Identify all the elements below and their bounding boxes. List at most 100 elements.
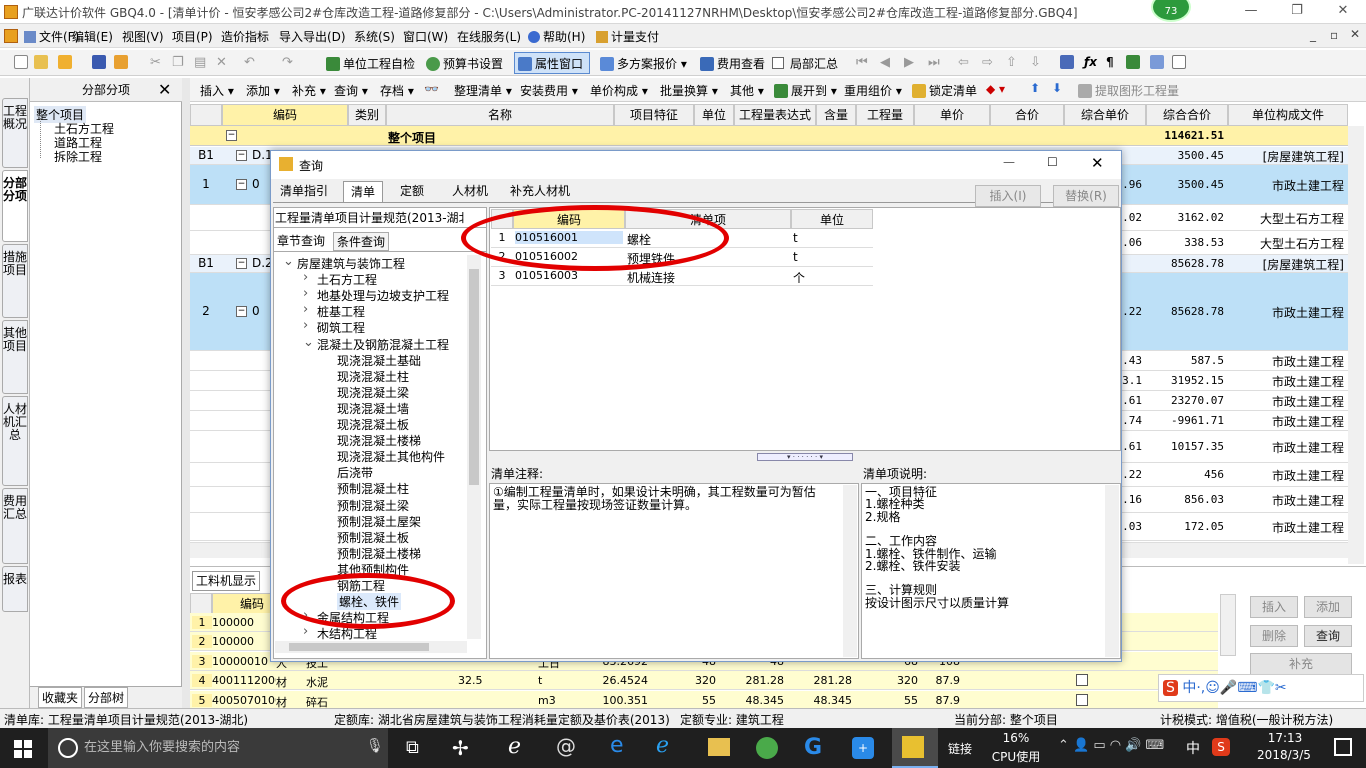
chapter-tree-item[interactable]: 现浇混凝土柱 (337, 368, 409, 385)
menu-project[interactable]: 项目(P) (172, 28, 213, 45)
tab-division-items[interactable]: 分部分项 (2, 170, 28, 242)
tree-item-demolition[interactable]: 拆除工程 (54, 148, 102, 165)
tab-labor-material[interactable]: 工料机显示 (192, 571, 260, 591)
reuse-price-menu[interactable]: 重用组价 ▾ (844, 82, 902, 99)
detail-vscroll[interactable] (1220, 594, 1236, 656)
tray-icons[interactable]: ⌃ 👤 ▭ ◠ 🔊 ⌨ (1058, 738, 1164, 753)
tab-division-tree[interactable]: 分部树 (84, 687, 129, 708)
chapter-tree-item[interactable]: 预制混凝土板 (337, 529, 409, 546)
chapter-tree-item[interactable]: 现浇混凝土梁 (337, 384, 409, 401)
chapter-tree-item[interactable]: 预制混凝土屋架 (337, 513, 421, 530)
chapter-tree-item[interactable]: 桩基工程 (317, 303, 365, 320)
insert-menu[interactable]: 插入 ▾ (200, 82, 234, 99)
dialog-maximize-icon[interactable]: ☐ (1047, 155, 1058, 169)
grid-header-file[interactable]: 单位构成文件 (1228, 104, 1348, 126)
next-icon[interactable]: ▶ (904, 55, 914, 70)
glodon-g-icon[interactable]: G (804, 735, 822, 760)
browser-swirl-icon[interactable]: @ (556, 734, 576, 758)
tab-project-overview[interactable]: 工程概况 (2, 98, 28, 168)
grid-header-amount[interactable]: 合价 (990, 104, 1064, 126)
copy-icon[interactable]: ❐ (172, 55, 184, 70)
organize-menu[interactable]: 整理清单 ▾ (454, 82, 512, 99)
paste-icon[interactable]: ▤ (194, 55, 206, 70)
clock-date[interactable]: 2018/3/5 (1244, 748, 1324, 762)
grid-header-type[interactable]: 类别 (348, 104, 386, 126)
save-icon[interactable] (92, 55, 109, 69)
tree-expander-icon[interactable]: ⌄ (303, 335, 314, 350)
menu-file[interactable]: 文件(F) (24, 28, 79, 45)
query-menu[interactable]: 查询 ▾ (334, 82, 368, 99)
bottom-row-checkbox[interactable] (1076, 674, 1088, 687)
grid-header-name[interactable]: 名称 (386, 104, 614, 126)
save-menu[interactable]: 存档 ▾ (380, 82, 414, 99)
subtab-condition[interactable]: 条件查询 (333, 232, 390, 251)
multi-plan-button[interactable]: 多方案报价 ▾ (600, 55, 687, 72)
tree-expander-icon[interactable]: › (303, 286, 308, 301)
detail-query-button[interactable]: 查询 (1304, 625, 1352, 647)
desc-vscroll[interactable] (1105, 485, 1119, 657)
dialog-insert-button[interactable]: 插入(I) (975, 185, 1041, 207)
color-icon[interactable]: ◆ ▾ (986, 82, 1005, 96)
ime-indicator[interactable]: 中 (1186, 738, 1200, 758)
up-arrow-icon[interactable]: ⬆ (1030, 81, 1040, 95)
delete-icon[interactable]: ✕ (216, 55, 227, 70)
ie-blue-icon[interactable]: ℯ (656, 733, 669, 758)
grid-header-expression[interactable]: 工程量表达式 (734, 104, 816, 126)
chapter-tree-item[interactable]: 现浇混凝土其他构件 (337, 448, 445, 465)
windows-start-icon[interactable] (14, 740, 32, 758)
tree-expander-icon[interactable]: ⌄ (283, 254, 294, 269)
chapter-tree-item[interactable]: 预制混凝土柱 (337, 480, 409, 497)
calculator-icon[interactable] (1060, 55, 1077, 69)
supplement-menu[interactable]: 补充 ▾ (292, 82, 326, 99)
grid-header-content[interactable]: 含量 (816, 104, 856, 126)
menu-system[interactable]: 系统(S) (354, 28, 395, 45)
list-icon[interactable] (1172, 55, 1189, 69)
microphone-icon[interactable]: 🎙 (366, 738, 384, 754)
chapter-tree-item[interactable]: 现浇混凝土楼梯 (337, 432, 421, 449)
chapter-tree-item[interactable]: 预制混凝土楼梯 (337, 545, 421, 562)
notification-center-icon[interactable] (1334, 738, 1352, 756)
tree-expander-icon[interactable]: › (303, 302, 308, 317)
maximize-button[interactable]: ❐ (1274, 0, 1320, 24)
chapter-tree-item[interactable]: 预制混凝土梁 (337, 497, 409, 514)
extract-quantity-button[interactable]: 提取图形工程量 (1078, 82, 1179, 99)
dialog-tab-guide[interactable]: 清单指引 (273, 181, 335, 203)
taskbar-search[interactable]: 在这里输入你要搜索的内容 (48, 728, 388, 768)
prev-icon[interactable]: ◀ (880, 55, 890, 70)
unit-price-comp-menu[interactable]: 单价构成 ▾ (590, 82, 648, 99)
detail-add-button[interactable]: 添加 (1304, 596, 1352, 618)
grid-header-comp-unit[interactable]: 综合单价 (1064, 104, 1146, 126)
collapse-icon[interactable]: − (236, 179, 247, 190)
first-icon[interactable]: ⏮ (856, 55, 868, 70)
chapter-tree-item[interactable]: 地基处理与边坡支护工程 (317, 287, 449, 304)
ime-toolbar[interactable]: S 中·,☺🎤⌨👕✂ (1158, 674, 1364, 702)
tab-fee-summary[interactable]: 费用汇总 (2, 488, 28, 564)
grid-header-unit[interactable]: 单位 (694, 104, 734, 126)
dialog-tab-labor[interactable]: 人材机 (445, 181, 495, 203)
menu-online[interactable]: 在线服务(L) (457, 28, 521, 45)
dialog-minimize-icon[interactable]: — (1003, 155, 1015, 169)
menu-cost-index[interactable]: 造价指标 (221, 28, 269, 45)
grid-header-feature[interactable]: 项目特征 (614, 104, 694, 126)
expand-to-menu[interactable]: 展开到 ▾ (774, 82, 837, 99)
fee-view-button[interactable]: 费用查看 (700, 55, 765, 72)
plus-app-icon[interactable]: + (852, 737, 874, 759)
grid-header-comp-total[interactable]: 综合合价 (1146, 104, 1228, 126)
collapse-icon[interactable]: − (236, 150, 247, 161)
grid-vscroll[interactable] (1348, 126, 1364, 564)
menu-import-export[interactable]: 导入导出(D) (279, 28, 346, 45)
move-up-icon[interactable]: ⇧ (1006, 55, 1017, 70)
tree-expander-icon[interactable]: › (303, 624, 308, 639)
splitter[interactable] (182, 78, 190, 708)
tab-other-items[interactable]: 其他项目 (2, 320, 28, 394)
redo-icon[interactable]: ↷ (282, 55, 293, 70)
mdi-minimize-icon[interactable]: _ (1310, 28, 1316, 42)
undo-icon[interactable]: ↶ (244, 55, 255, 70)
list-header-unit[interactable]: 单位 (791, 209, 873, 229)
dialog-tab-list[interactable]: 清单 (343, 181, 384, 203)
close-icon[interactable]: ✕ (158, 80, 171, 99)
menu-edit[interactable]: 编辑(E) (72, 28, 113, 45)
formula-icon[interactable]: ƒx (1084, 55, 1097, 69)
subtab-chapter[interactable]: 章节查询 (277, 232, 325, 249)
folder-icon[interactable] (58, 55, 75, 69)
